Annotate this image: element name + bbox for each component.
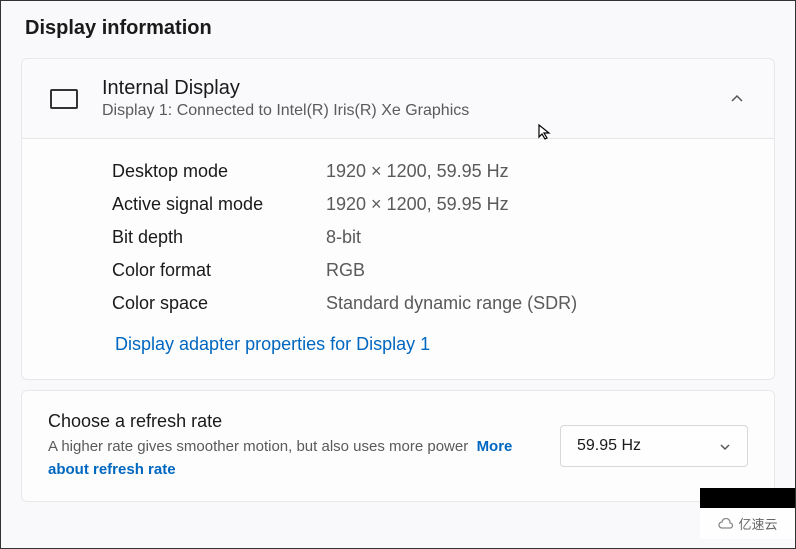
chevron-up-icon — [730, 92, 744, 106]
prop-row-color-space: Color space Standard dynamic range (SDR) — [112, 287, 752, 320]
prop-label: Active signal mode — [112, 194, 326, 215]
cloud-icon — [717, 518, 735, 530]
prop-row-active-signal: Active signal mode 1920 × 1200, 59.95 Hz — [112, 188, 752, 221]
prop-row-color-format: Color format RGB — [112, 254, 752, 287]
prop-value: 8-bit — [326, 227, 361, 248]
refresh-rate-description: A higher rate gives smoother motion, but… — [48, 436, 540, 481]
prop-label: Color format — [112, 260, 326, 281]
chevron-down-icon — [719, 440, 731, 452]
display-card-body: Desktop mode 1920 × 1200, 59.95 Hz Activ… — [22, 139, 774, 379]
prop-value: 1920 × 1200, 59.95 Hz — [326, 161, 509, 182]
display-header-text: Internal Display Display 1: Connected to… — [102, 77, 706, 120]
refresh-rate-card: Choose a refresh rate A higher rate give… — [21, 390, 775, 502]
watermark-text: 亿速云 — [700, 508, 795, 539]
refresh-text-block: Choose a refresh rate A higher rate give… — [48, 411, 540, 481]
prop-row-bit-depth: Bit depth 8-bit — [112, 221, 752, 254]
display-icon — [50, 89, 78, 109]
section-title: Display information — [25, 17, 775, 40]
prop-value: 1920 × 1200, 59.95 Hz — [326, 194, 509, 215]
display-info-card: Internal Display Display 1: Connected to… — [21, 58, 775, 380]
prop-label: Color space — [112, 293, 326, 314]
watermark-bar — [700, 488, 795, 508]
display-title: Internal Display — [102, 77, 706, 100]
refresh-desc-text: A higher rate gives smoother motion, but… — [48, 438, 468, 455]
prop-row-desktop-mode: Desktop mode 1920 × 1200, 59.95 Hz — [112, 155, 752, 188]
adapter-properties-link[interactable]: Display adapter properties for Display 1 — [115, 334, 430, 355]
prop-value: Standard dynamic range (SDR) — [326, 293, 577, 314]
watermark: 亿速云 — [700, 488, 795, 540]
prop-label: Desktop mode — [112, 161, 326, 182]
display-card-header[interactable]: Internal Display Display 1: Connected to… — [22, 59, 774, 138]
prop-label: Bit depth — [112, 227, 326, 248]
display-subtitle: Display 1: Connected to Intel(R) Iris(R)… — [102, 102, 706, 120]
prop-value: RGB — [326, 260, 365, 281]
refresh-rate-selected: 59.95 Hz — [577, 437, 641, 455]
refresh-rate-title: Choose a refresh rate — [48, 411, 540, 432]
refresh-rate-dropdown[interactable]: 59.95 Hz — [560, 425, 748, 467]
